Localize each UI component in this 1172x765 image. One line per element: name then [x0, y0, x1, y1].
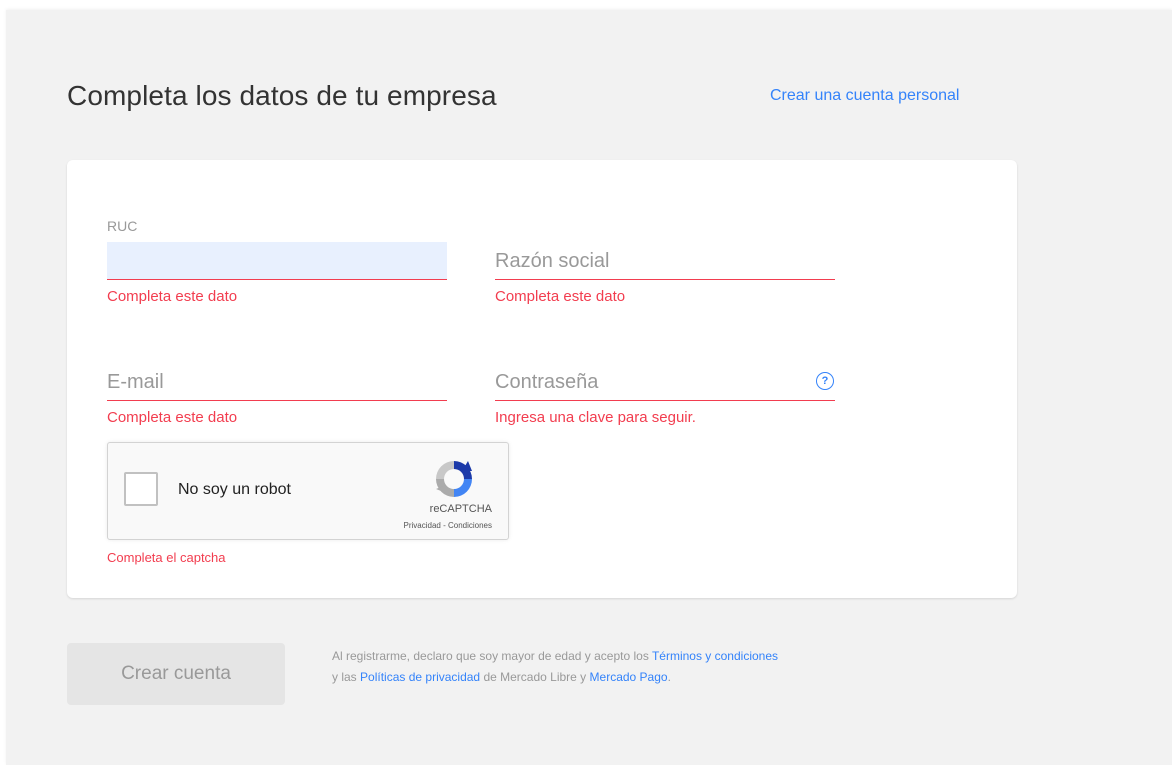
ruc-input[interactable]	[107, 242, 447, 280]
company-form-card: RUC Completa este dato Completa este dat…	[67, 160, 1017, 598]
captcha-error: Completa el captcha	[107, 550, 226, 565]
legal-disclaimer: Al registrarme, declaro que soy mayor de…	[332, 646, 782, 688]
create-personal-account-link[interactable]: Crear una cuenta personal	[770, 87, 959, 105]
email-input[interactable]	[107, 365, 447, 401]
privacy-policy-link[interactable]: Políticas de privacidad	[360, 670, 480, 684]
mercado-pago-link[interactable]: Mercado Pago	[590, 670, 668, 684]
password-error: Ingresa una clave para seguir.	[495, 409, 696, 426]
email-field: Completa este dato	[107, 340, 447, 430]
help-icon[interactable]: ?	[816, 372, 834, 390]
password-input[interactable]	[495, 365, 835, 401]
razon-social-error: Completa este dato	[495, 288, 626, 305]
legal-text-4: .	[667, 670, 671, 684]
legal-text-1: Al registrarme, declaro que soy mayor de…	[332, 649, 649, 663]
create-account-button[interactable]: Crear cuenta	[67, 643, 285, 705]
recaptcha-privacy-terms[interactable]: Privacidad - Condiciones	[404, 521, 493, 530]
recaptcha-brand: reCAPTCHA	[429, 503, 492, 515]
recaptcha-widget: No soy un robot reCAPTCHA Privacidad - C…	[107, 442, 509, 540]
recaptcha-icon	[436, 461, 472, 497]
legal-text-2: y las	[332, 670, 357, 684]
page-title: Completa los datos de tu empresa	[67, 80, 497, 111]
recaptcha-label: No soy un robot	[178, 481, 291, 498]
password-field: ? Ingresa una clave para seguir.	[495, 340, 835, 430]
ruc-label: RUC	[107, 218, 138, 234]
razon-social-field: Completa este dato	[495, 218, 835, 308]
ruc-error: Completa este dato	[107, 288, 238, 305]
recaptcha-checkbox[interactable]	[124, 472, 158, 506]
legal-text-3: de Mercado Libre y	[483, 670, 587, 684]
terms-link[interactable]: Términos y condiciones	[652, 649, 778, 663]
email-error: Completa este dato	[107, 409, 238, 426]
ruc-field: RUC Completa este dato	[107, 218, 447, 308]
razon-social-input[interactable]	[495, 244, 835, 280]
